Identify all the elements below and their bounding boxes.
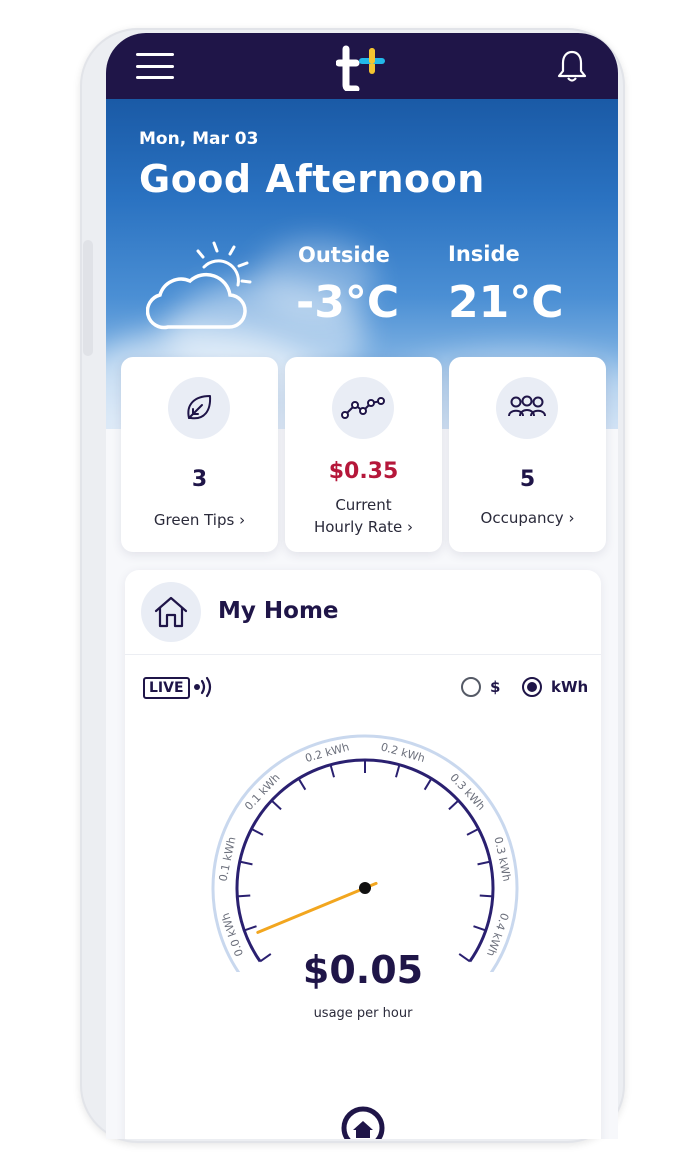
leaf-icon bbox=[187, 395, 212, 420]
gauge-tick bbox=[395, 764, 401, 778]
occupancy-label: Occupancy › bbox=[480, 509, 575, 527]
trend-line-icon bbox=[341, 397, 385, 419]
gauge-tick bbox=[329, 764, 335, 778]
inside-temp-label: Inside bbox=[448, 242, 520, 266]
app-logo bbox=[336, 45, 385, 91]
partly-cloudy-icon bbox=[146, 241, 252, 330]
kwh-radio[interactable] bbox=[522, 677, 542, 697]
energy-gauge: 0.0 kWh0.1 kWh0.1 kWh0.2 kWh 0.2 kWh0.3 k… bbox=[211, 734, 519, 972]
live-signal-icon bbox=[194, 676, 212, 698]
gauge-tick bbox=[270, 799, 282, 811]
live-badge: LIVE bbox=[143, 677, 190, 699]
gauge-tick bbox=[237, 894, 251, 898]
outside-temp-value: -3°C bbox=[296, 277, 400, 328]
hourly-rate-card[interactable]: $0.35 Current Hourly Rate › bbox=[285, 357, 442, 552]
hamburger-menu-icon[interactable] bbox=[136, 53, 174, 79]
green-tips-card[interactable]: 3 Green Tips › bbox=[121, 357, 278, 552]
house-icon-circle bbox=[141, 582, 201, 642]
top-bar bbox=[106, 33, 618, 99]
gauge-tick bbox=[243, 925, 257, 932]
app-screen: Mon, Mar 03 Good Afternoon Outside -3°C … bbox=[106, 33, 618, 1139]
gauge-hub bbox=[359, 882, 371, 894]
bell-icon[interactable] bbox=[556, 49, 588, 83]
people-icon bbox=[508, 395, 546, 417]
house-icon bbox=[154, 596, 188, 628]
occupancy-card[interactable]: 5 Occupancy › bbox=[449, 357, 606, 552]
green-tips-label: Green Tips › bbox=[153, 511, 246, 529]
dollar-radio[interactable] bbox=[461, 677, 481, 697]
gauge-tick bbox=[297, 778, 307, 791]
gauge-tick bbox=[423, 778, 433, 791]
people-icon-circle bbox=[496, 377, 558, 439]
gauge-needle bbox=[256, 881, 378, 934]
current-date: Mon, Mar 03 bbox=[139, 129, 259, 149]
gauge-tick bbox=[479, 894, 493, 898]
card-divider bbox=[125, 654, 601, 655]
outside-temp-label: Outside bbox=[298, 243, 390, 267]
my-home-card: My Home LIVE $ kWh 0.0 kWh 0.1 kWh 0.1 kWh… bbox=[125, 570, 601, 1139]
gauge-tick bbox=[477, 860, 491, 866]
occupancy-count: 5 bbox=[519, 467, 536, 492]
kwh-radio-label: kWh bbox=[551, 678, 589, 696]
leaf-icon-circle bbox=[168, 377, 230, 439]
gauge-arc bbox=[235, 758, 495, 963]
gauge-tick bbox=[251, 828, 264, 836]
usage-label: usage per hour bbox=[313, 1006, 413, 1021]
hourly-rate-label-line1: Current bbox=[335, 496, 392, 514]
inside-temp-value: 21°C bbox=[448, 277, 564, 328]
dollar-radio-label: $ bbox=[490, 678, 501, 696]
phone-side-button bbox=[83, 240, 93, 356]
green-tips-count: 3 bbox=[191, 467, 208, 492]
home-nav-icon[interactable] bbox=[300, 1104, 426, 1139]
unit-option-dollar[interactable]: $ bbox=[461, 677, 500, 697]
unit-option-kwh[interactable]: kWh bbox=[522, 677, 588, 697]
gauge-tick bbox=[473, 925, 487, 932]
greeting-text: Good Afternoon bbox=[139, 157, 485, 201]
gauge-tick bbox=[466, 828, 479, 836]
hourly-rate-label-line2: Hourly Rate › bbox=[313, 518, 414, 536]
my-home-title: My Home bbox=[218, 598, 339, 624]
gauge-tick bbox=[448, 799, 460, 811]
hourly-rate-value: $0.35 bbox=[328, 459, 399, 484]
usage-value: $0.05 bbox=[302, 948, 424, 992]
gauge-tick bbox=[239, 860, 253, 866]
trend-icon-circle bbox=[332, 377, 394, 439]
